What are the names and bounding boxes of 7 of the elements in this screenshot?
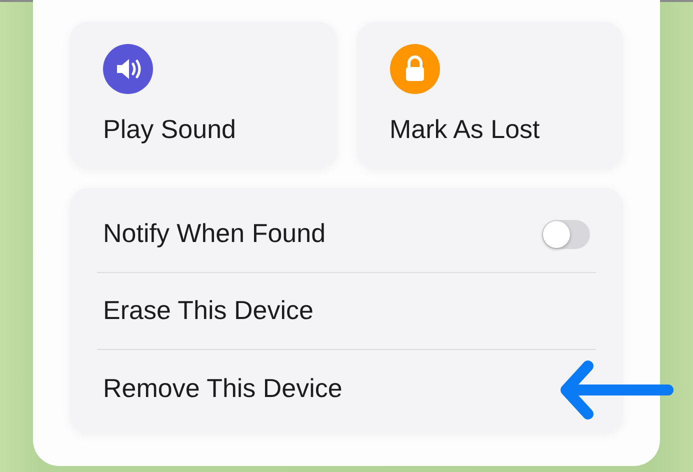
arrow-icon xyxy=(558,360,674,420)
option-label[interactable]: Remove This Device xyxy=(103,372,342,404)
option-label[interactable]: Notify When Found xyxy=(103,218,326,250)
play-sound-button[interactable]: Play Sound xyxy=(70,22,336,168)
option-label[interactable]: Erase This Device xyxy=(103,295,314,327)
notify-toggle[interactable] xyxy=(542,220,590,248)
mark-lost-button[interactable]: Mark As Lost xyxy=(356,22,623,168)
